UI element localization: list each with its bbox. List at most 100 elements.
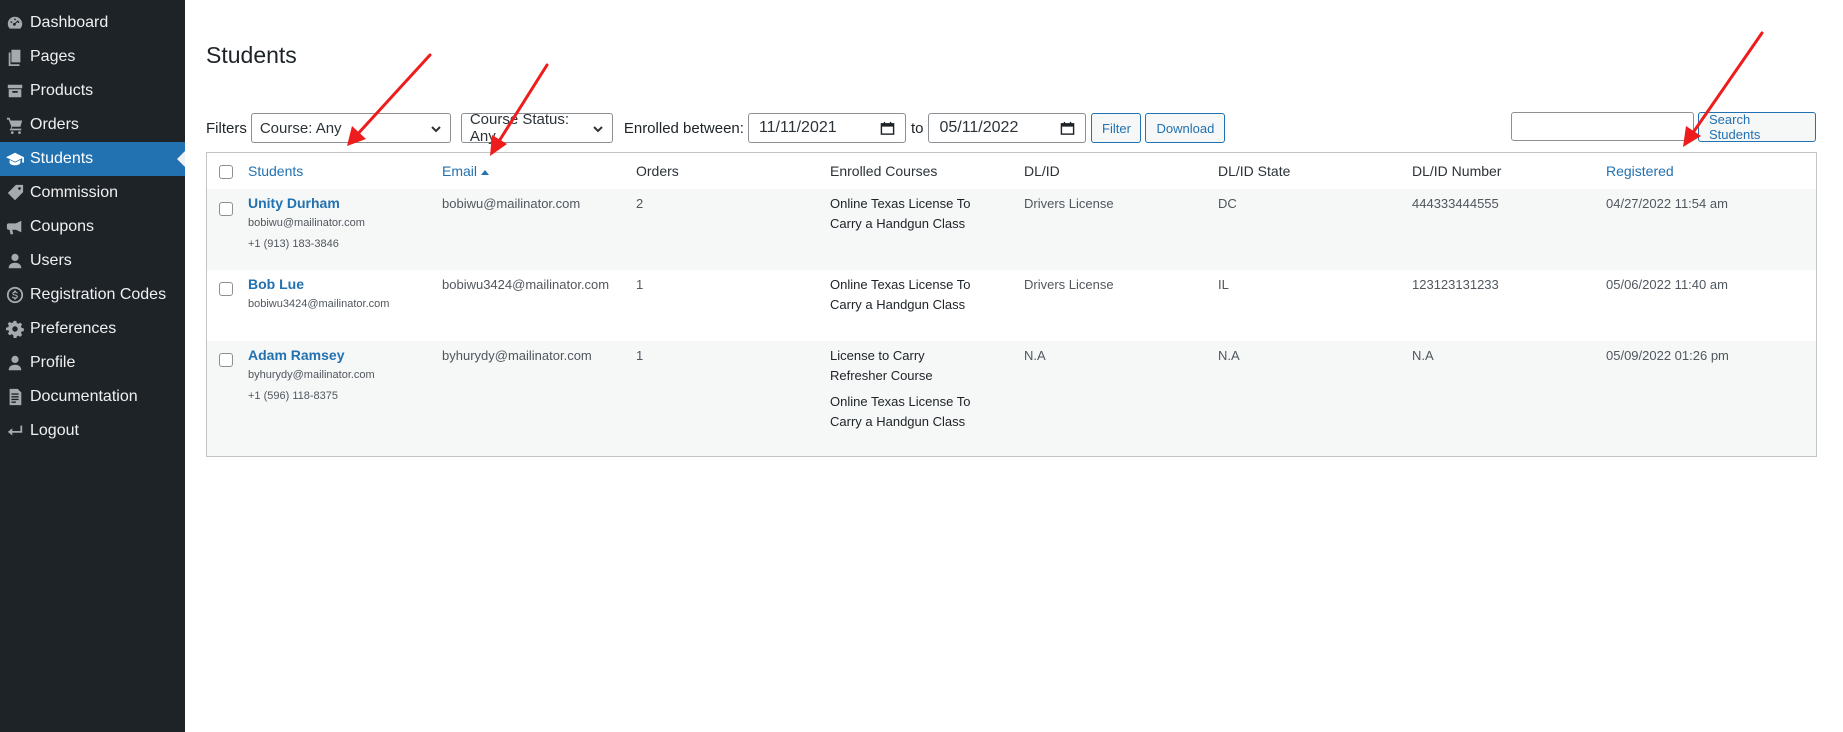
admin-sidebar: Dashboard Pages Products Orders Students… — [0, 0, 185, 732]
sidebar-item-profile[interactable]: Profile — [0, 346, 185, 380]
date-from-input[interactable]: 11/11/2021 — [747, 113, 906, 143]
student-email-sub: bobiwu3424@mailinator.com — [248, 298, 390, 310]
course-name: License to Carry Refresher Course — [830, 348, 933, 383]
sidebar-item-label: Products — [30, 82, 94, 99]
sidebar-item-preferences[interactable]: Preferences — [0, 312, 185, 346]
calendar-icon — [1061, 121, 1075, 135]
download-button[interactable]: Download — [1145, 113, 1226, 143]
student-name-link[interactable]: Bob Lue — [248, 274, 389, 294]
column-header-email[interactable]: Email — [442, 163, 490, 179]
select-all-checkbox[interactable] — [219, 165, 233, 179]
sidebar-item-label: Profile — [30, 354, 76, 371]
dl-id-cell: N.A — [1024, 348, 1046, 363]
date-from-value: 11/11/2021 — [758, 119, 837, 136]
sidebar-item-label: Dashboard — [30, 14, 109, 31]
sidebar-item-label: Preferences — [30, 320, 117, 337]
email-cell: byhurydy@mailinator.com — [442, 348, 592, 363]
sidebar-item-label: Coupons — [30, 218, 95, 235]
sidebar-item-label: Pages — [30, 48, 76, 65]
course-filter-select[interactable]: Course: Any — [250, 113, 451, 143]
dl-id-state-cell: DC — [1218, 196, 1237, 211]
sidebar-item-users[interactable]: Users — [0, 244, 185, 278]
dashboard-icon — [0, 14, 30, 32]
dl-id-cell: Drivers License — [1024, 196, 1114, 211]
search-students-button[interactable]: Search Students — [1698, 112, 1816, 142]
user-icon — [0, 354, 30, 372]
course-status-value: Course Status: Any — [469, 111, 570, 145]
sidebar-item-label: Documentation — [30, 388, 138, 405]
gear-icon — [0, 320, 30, 338]
admin-menu: Dashboard Pages Products Orders Students… — [0, 6, 185, 448]
student-name-link[interactable]: Unity Durham — [248, 193, 365, 213]
chevron-down-icon — [592, 122, 604, 134]
document-icon — [0, 388, 30, 406]
tag-icon — [0, 184, 30, 202]
sidebar-item-coupons[interactable]: Coupons — [0, 210, 185, 244]
student-email-sub: byhurydy@mailinator.com — [248, 369, 375, 381]
table-row: Bob Lue bobiwu3424@mailinator.com bobiwu… — [207, 270, 1816, 341]
email-cell: bobiwu3424@mailinator.com — [442, 277, 610, 292]
student-cell: Unity Durham bobiwu@mailinator.com +1 (9… — [248, 193, 365, 255]
sidebar-item-pages[interactable]: Pages — [0, 40, 185, 74]
course-name: Online Texas License To Carry a Handgun … — [830, 196, 971, 231]
date-to-input[interactable]: 05/11/2022 — [928, 113, 1087, 143]
sidebar-item-students[interactable]: Students — [0, 142, 185, 176]
archive-icon — [0, 82, 30, 100]
student-phone: +1 (596) 118-8375 — [248, 390, 339, 402]
course-status-select[interactable]: Course Status: Any — [460, 111, 613, 145]
column-header-registered[interactable]: Registered — [1606, 163, 1674, 179]
student-cell: Bob Lue bobiwu3424@mailinator.com — [248, 274, 389, 315]
row-checkbox[interactable] — [219, 282, 233, 296]
column-header-enrolled-courses: Enrolled Courses — [830, 163, 938, 179]
dollar-icon — [0, 286, 30, 304]
dl-id-cell: Drivers License — [1024, 277, 1114, 292]
graduation-cap-icon — [0, 150, 30, 168]
dl-id-number-cell: 123123131233 — [1412, 277, 1499, 292]
student-name-link[interactable]: Adam Ramsey — [248, 345, 375, 365]
column-header-dl-id: DL/ID — [1024, 163, 1060, 179]
orders-cell: 2 — [636, 196, 644, 211]
megaphone-icon — [0, 218, 30, 236]
row-checkbox[interactable] — [219, 353, 233, 367]
enrolled-courses-cell: License to Carry Refresher Course Online… — [830, 346, 980, 432]
pages-icon — [0, 48, 30, 66]
column-header-dl-id-number: DL/ID Number — [1412, 163, 1502, 179]
table-row: Unity Durham bobiwu@mailinator.com +1 (9… — [207, 189, 1816, 270]
sidebar-item-orders[interactable]: Orders — [0, 108, 185, 142]
sidebar-item-label: Commission — [30, 184, 119, 201]
table-header: Students Email Orders Enrolled Courses D… — [207, 153, 1816, 190]
filters-bar: Filters Course: Any Course Status: Any E… — [206, 111, 1226, 145]
column-header-students[interactable]: Students — [248, 163, 303, 179]
sidebar-item-label: Students — [30, 150, 94, 167]
sidebar-item-dashboard[interactable]: Dashboard — [0, 6, 185, 40]
enrolled-courses-cell: Online Texas License To Carry a Handgun … — [830, 194, 980, 234]
table-row: Adam Ramsey byhurydy@mailinator.com +1 (… — [207, 341, 1816, 456]
sidebar-item-products[interactable]: Products — [0, 74, 185, 108]
sort-ascending-icon — [481, 169, 490, 175]
filters-label: Filters — [206, 119, 247, 137]
column-header-orders: Orders — [636, 163, 679, 179]
student-email-sub: bobiwu@mailinator.com — [248, 217, 365, 229]
course-name: Online Texas License To Carry a Handgun … — [830, 394, 971, 429]
cart-icon — [0, 116, 30, 134]
sidebar-item-label: Registration Codes — [30, 286, 167, 303]
return-icon — [0, 422, 30, 440]
enrolled-courses-cell: Online Texas License To Carry a Handgun … — [830, 275, 980, 315]
course-name: Online Texas License To Carry a Handgun … — [830, 277, 971, 312]
sidebar-item-registration-codes[interactable]: Registration Codes — [0, 278, 185, 312]
registered-cell: 04/27/2022 11:54 am — [1606, 196, 1728, 211]
date-to-value: 05/11/2022 — [939, 119, 1019, 136]
main-content: Students Filters Course: Any Course Stat… — [206, 0, 1843, 732]
row-checkbox[interactable] — [219, 202, 233, 216]
column-header-dl-id-state: DL/ID State — [1218, 163, 1291, 179]
search-students-input[interactable] — [1511, 112, 1694, 141]
students-table: Students Email Orders Enrolled Courses D… — [206, 152, 1817, 457]
filter-button[interactable]: Filter — [1091, 113, 1142, 143]
dl-id-number-cell: 444333444555 — [1412, 196, 1499, 211]
course-filter-value: Course: Any — [259, 119, 342, 137]
enrolled-between-label: Enrolled between: — [623, 119, 744, 137]
orders-cell: 1 — [636, 348, 644, 363]
sidebar-item-logout[interactable]: Logout — [0, 414, 185, 448]
sidebar-item-documentation[interactable]: Documentation — [0, 380, 185, 414]
sidebar-item-commission[interactable]: Commission — [0, 176, 185, 210]
